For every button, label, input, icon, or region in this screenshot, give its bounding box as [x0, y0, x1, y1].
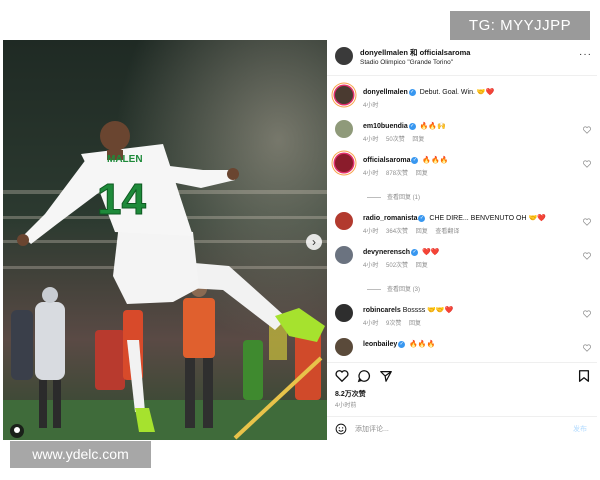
verified-icon: ✓	[408, 88, 416, 96]
comment-text: CHE DIRE... BENVENUTO OH 🤝❤️	[429, 215, 546, 222]
share-icon[interactable]	[379, 369, 393, 383]
comment-user[interactable]: leonbailey	[363, 341, 397, 348]
reply-button[interactable]: 回复	[409, 321, 421, 327]
jersey-number: 14	[97, 175, 146, 224]
heart-icon[interactable]	[583, 310, 591, 318]
comment-user[interactable]: em10buendia	[363, 123, 408, 130]
commenter-avatar[interactable]	[335, 246, 353, 264]
verified-icon: ✓	[418, 214, 426, 222]
post-authors[interactable]: donyellmalen 和 officialsaroma	[360, 47, 470, 58]
comment-text: 🔥🔥🔥	[422, 157, 449, 164]
commenter-avatar[interactable]	[335, 304, 353, 322]
post-detail-panel: donyellmalen 和 officialsaroma Stadio Oli…	[327, 40, 597, 440]
commenter-avatar[interactable]	[335, 338, 353, 356]
commenter-avatar[interactable]	[335, 212, 353, 230]
heart-icon[interactable]	[583, 252, 591, 260]
caption-user[interactable]: donyellmalen	[363, 89, 408, 96]
comment-likes[interactable]: 50次赞	[386, 137, 405, 143]
reply-button[interactable]: 回复	[416, 263, 428, 269]
view-replies[interactable]: 查看回复 (3)	[367, 284, 420, 293]
comment-likes[interactable]: 878次赞	[386, 171, 408, 177]
add-comment-bar: 添加评论... 发布	[327, 416, 597, 440]
comment-text: Bossss 🤝🤝❤️	[402, 307, 454, 314]
reply-button[interactable]: 回复	[416, 229, 428, 235]
comment-likes[interactable]: 502次赞	[386, 263, 408, 269]
comment-likes[interactable]: 9次赞	[386, 321, 401, 327]
verified-icon: ✓	[411, 156, 419, 164]
comment-text: ❤️❤️	[422, 249, 440, 256]
comment-time: 4小时	[363, 171, 379, 177]
comment-user[interactable]: robincarels	[363, 307, 401, 314]
caption-avatar[interactable]	[335, 86, 353, 104]
photo-illustration: MALEN 14	[3, 40, 327, 440]
verified-icon: ✓	[408, 122, 416, 130]
bookmark-icon[interactable]	[577, 369, 591, 383]
comment-user[interactable]: officialsaroma	[363, 157, 410, 164]
carousel-next-icon[interactable]: ›	[306, 234, 322, 250]
more-icon[interactable]: ···	[579, 49, 592, 60]
tag-icon[interactable]	[10, 424, 24, 438]
emoji-icon[interactable]	[335, 423, 347, 435]
likes-count[interactable]: 8.2万次赞	[335, 389, 366, 399]
comment-user[interactable]: devynerensch	[363, 249, 410, 256]
commenter-avatar[interactable]	[335, 154, 353, 172]
comment-text: 🔥🔥🔥	[409, 341, 436, 348]
comment-time: 4小时	[363, 263, 379, 269]
heart-icon[interactable]	[583, 126, 591, 134]
caption-text: Debut. Goal. Win. 🤝❤️	[419, 89, 495, 96]
screenshot: MALEN 14 › donyellmalen 和 officialsaroma…	[0, 0, 600, 480]
comment-icon[interactable]	[357, 369, 371, 383]
view-replies[interactable]: 查看回复 (1)	[367, 192, 420, 201]
comment-input[interactable]: 添加评论...	[355, 424, 389, 434]
heart-icon[interactable]	[583, 160, 591, 168]
verified-icon: ✓	[398, 340, 406, 348]
reply-button[interactable]: 回复	[412, 137, 424, 143]
comment-text: 🔥🔥🙌	[419, 123, 446, 130]
post-photo[interactable]: MALEN 14	[3, 40, 327, 440]
post-time: 4小时前	[335, 403, 357, 409]
heart-icon[interactable]	[583, 344, 591, 352]
heart-icon[interactable]	[583, 218, 591, 226]
reply-button[interactable]: 回复	[416, 171, 428, 177]
comment-time: 4小时	[363, 229, 379, 235]
site-watermark: www.ydelc.com	[10, 441, 151, 468]
caption-time: 4小时	[363, 103, 379, 109]
post-header: donyellmalen 和 officialsaroma Stadio Oli…	[327, 40, 597, 76]
author-avatar[interactable]	[335, 47, 353, 65]
telegram-watermark: TG: MYYJJPP	[450, 11, 590, 40]
heart-icon[interactable]	[335, 369, 349, 383]
action-bar: 8.2万次赞 4小时前	[327, 362, 597, 412]
commenter-avatar[interactable]	[335, 120, 353, 138]
verified-icon: ✓	[411, 248, 419, 256]
comment-time: 4小时	[363, 137, 379, 143]
translate-link[interactable]: 查看翻译	[435, 229, 459, 235]
post-location[interactable]: Stadio Olimpico "Grande Torino"	[360, 59, 453, 66]
comment-time: 4小时	[363, 321, 379, 327]
comment-likes[interactable]: 364次赞	[386, 229, 408, 235]
jersey-name: MALEN	[107, 154, 143, 165]
post-comment-button[interactable]: 发布	[573, 424, 587, 434]
comment-user[interactable]: radio_romanista	[363, 215, 417, 222]
